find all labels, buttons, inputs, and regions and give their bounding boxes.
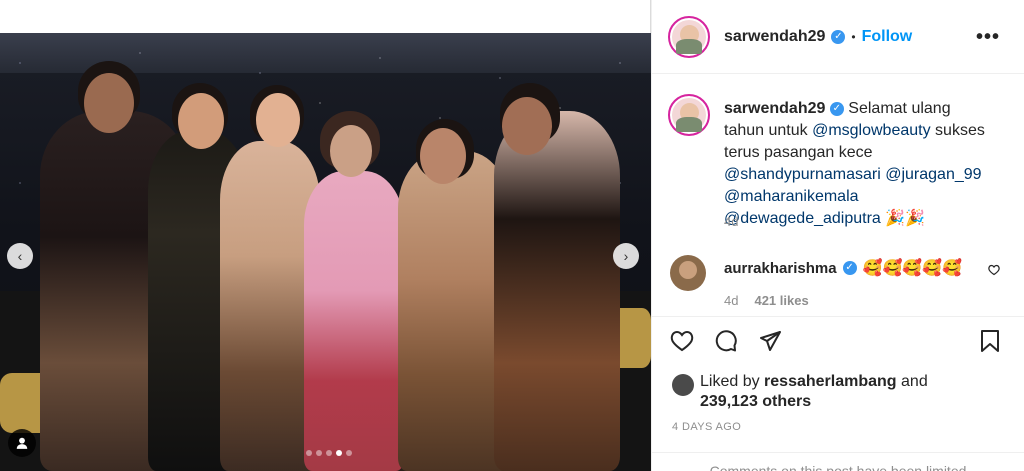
share-button[interactable] [756,327,784,355]
caption-emoji: 🎉🎉 [885,210,926,227]
posted-time[interactable]: 4 DAYS AGO [672,421,741,433]
liked-by-others[interactable]: 239,123 others [700,393,811,410]
liked-by-connector: and [901,373,928,390]
like-button[interactable] [668,327,696,355]
post-details-panel: sarwendah29 ✓ • Follow ••• sarwendah29 ✓… [651,0,1024,471]
comment-icon [715,330,737,352]
person-2-head [178,93,224,149]
comment-row: aurrakharishma ✓ 🥰🥰🥰🥰🥰 [724,258,962,278]
comment-text: 🥰🥰🥰🥰🥰 [862,260,963,277]
mention-link[interactable]: @shandypurnamasari [724,166,881,183]
save-button[interactable] [976,327,1004,355]
mention-link[interactable]: @maharanikemala [724,188,859,205]
photo-top-border [0,0,651,33]
carousel-prev-button[interactable]: ‹ [7,243,33,269]
commenter-avatar[interactable] [670,255,706,291]
carousel-dot [336,450,342,456]
comment-like-button[interactable] [988,264,1000,279]
header-separator: • [851,30,856,44]
comment-likes[interactable]: 421 likes [754,293,808,308]
avatar-body [675,116,703,133]
more-options-button[interactable]: ••• [976,26,1000,49]
carousel-dot [346,450,352,456]
verified-badge-icon: ✓ [831,30,846,44]
chevron-right-icon: › [623,248,629,264]
verified-badge-icon: ✓ [842,261,857,275]
header-user-row: sarwendah29 ✓ • Follow [724,28,912,46]
carousel-dot [316,450,322,456]
liker-avatar[interactable] [672,374,694,396]
comment-time: 4d [724,293,739,308]
post-header: sarwendah29 ✓ • Follow ••• [652,0,1024,74]
author-username[interactable]: sarwendah29 [724,28,825,46]
paper-plane-icon [760,331,781,351]
person-5-head [420,128,466,184]
caption-username[interactable]: sarwendah29 [724,100,825,117]
chevron-left-icon: ‹ [17,248,23,264]
avatar-face [679,261,697,280]
comment-button[interactable] [712,327,740,355]
mention-link[interactable]: @juragan_99 [885,166,981,183]
heart-icon [988,264,1000,276]
post-photo[interactable]: ‹ › [0,33,651,471]
carousel-next-button[interactable]: › [613,243,639,269]
mention-link[interactable]: @msglowbeauty [812,122,931,139]
comment-username[interactable]: aurrakharishma [724,260,837,277]
user-tag-icon [16,437,28,449]
author-avatar[interactable] [668,16,710,58]
liked-by-prefix: Liked by [700,373,760,390]
carousel-dot [306,450,312,456]
person-6 [494,111,620,471]
liked-by: Liked by ressaherlambang and 239,123 oth… [700,372,980,412]
verified-badge-icon: ✓ [829,101,844,116]
more-icon: ••• [975,26,1000,48]
person-6-head [502,97,552,155]
person-4 [304,171,404,471]
tagged-users-button[interactable] [8,429,36,457]
mention-link[interactable]: @dewagede_adiputra [724,210,881,227]
carousel-dot [326,450,332,456]
post-caption: sarwendah29 ✓ Selamat ulang tahun untuk … [724,98,994,230]
comments-limited-notice: Comments on this post have been limited [652,452,1024,471]
caption-time[interactable]: 4d [724,214,738,229]
heart-icon [670,330,694,352]
caption-avatar[interactable] [668,94,710,136]
liked-by-user[interactable]: ressaherlambang [764,373,897,390]
person-1-head [84,73,134,133]
post-actions [652,316,1024,366]
comment-meta: 4d 421 likes [724,293,809,308]
carousel-dots [306,450,352,456]
avatar-body [675,38,703,55]
follow-button[interactable]: Follow [862,28,913,46]
person-3-head [256,93,300,147]
bookmark-icon [981,330,999,352]
person-4-head [330,125,372,177]
